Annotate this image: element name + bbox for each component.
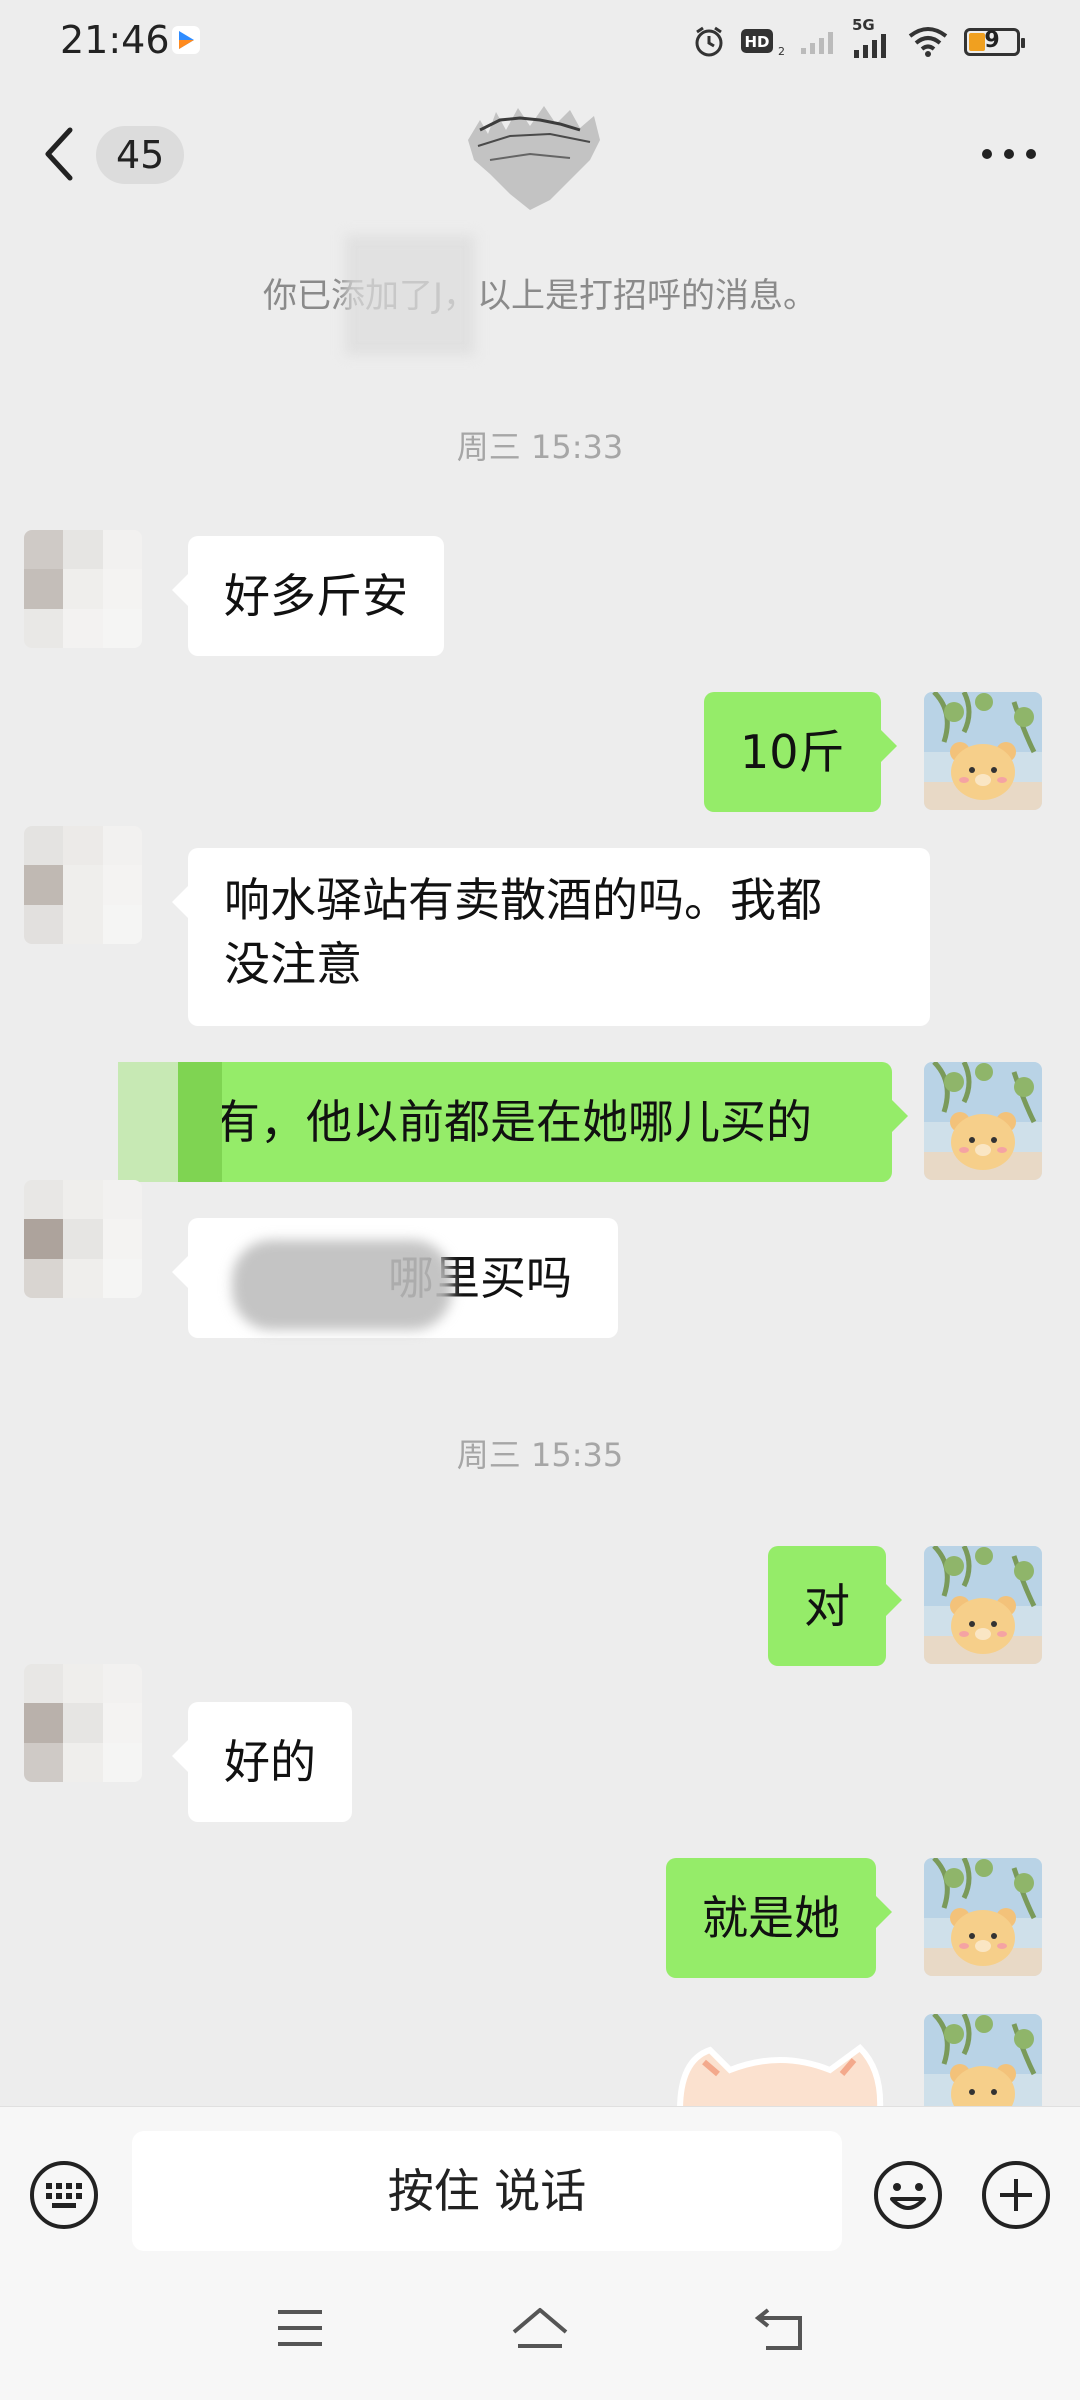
- return-icon[interactable]: [754, 2306, 806, 2354]
- svg-text:2: 2: [778, 45, 784, 58]
- app-notification-icon: [172, 26, 200, 54]
- message-received[interactable]: 响水驿站有卖散酒的吗。我都 没注意: [172, 848, 930, 1026]
- message-received[interactable]: 好的: [172, 1702, 352, 1822]
- hold-to-talk-button[interactable]: 按住 说话: [132, 2131, 842, 2251]
- svg-text:HD: HD: [744, 33, 769, 51]
- cat-sticker-icon[interactable]: [670, 2040, 890, 2110]
- my-avatar[interactable]: [924, 1858, 1042, 1976]
- input-bar: 按住 说话: [0, 2106, 1080, 2257]
- redaction-patch: [232, 1240, 452, 1330]
- unread-count-badge[interactable]: 45: [96, 126, 185, 184]
- my-avatar[interactable]: [924, 2014, 1042, 2106]
- contact-name-redacted: [468, 106, 600, 210]
- emoji-icon[interactable]: [872, 2159, 944, 2231]
- message-text: 响水驿站有卖散酒的吗。我都 没注意: [224, 873, 822, 991]
- bear-avatar-icon: [924, 2014, 1042, 2106]
- contact-avatar[interactable]: [24, 1180, 142, 1298]
- message-sent[interactable]: 就是她: [666, 1858, 892, 1978]
- chat-header: 45: [0, 84, 1080, 224]
- wifi-icon: [908, 27, 948, 57]
- contact-avatar[interactable]: [24, 1664, 142, 1782]
- alarm-icon: [695, 26, 723, 57]
- message-text: 好多斤安: [224, 569, 408, 623]
- menu-icon[interactable]: [276, 2306, 324, 2350]
- message-text: 好的: [224, 1735, 316, 1789]
- system-note: 你已添加了J，以上是打招呼的消息。: [262, 276, 818, 316]
- back-arrow-icon[interactable]: [40, 124, 80, 184]
- message-text: 有，他以前都是在她哪儿买的: [214, 1095, 812, 1149]
- signal-icon: 5G: [852, 16, 892, 60]
- redaction-patch: [345, 235, 475, 355]
- timestamp: 周三 15:35: [456, 1436, 624, 1474]
- bear-avatar-icon: [924, 1546, 1042, 1664]
- message-sent[interactable]: 对: [768, 1546, 902, 1666]
- bear-avatar-icon: [924, 1858, 1042, 1976]
- more-icon[interactable]: [974, 134, 1044, 174]
- status-bar: 21:46 HD 2 5G 9: [0, 0, 1080, 84]
- battery-icon: 9: [964, 28, 1025, 56]
- system-navigation-bar: [0, 2256, 1080, 2400]
- message-text: 对: [804, 1579, 850, 1633]
- message-text: 10斤: [740, 725, 845, 779]
- message-received[interactable]: 好多斤安: [172, 536, 444, 656]
- contact-avatar[interactable]: [24, 826, 142, 944]
- hd-icon: HD 2: [741, 29, 784, 58]
- redaction-patch: [118, 1062, 222, 1182]
- bear-avatar-icon: [924, 692, 1042, 810]
- signal-icon-sim1: [801, 32, 833, 54]
- message-sent[interactable]: 有，他以前都是在她哪儿买的: [118, 1062, 908, 1182]
- status-time: 21:46: [60, 18, 170, 62]
- contact-avatar[interactable]: [24, 530, 142, 648]
- status-icons: HD 2 5G 9: [694, 16, 1025, 62]
- keyboard-icon[interactable]: [28, 2159, 100, 2231]
- timestamp: 周三 15:33: [456, 428, 624, 466]
- message-sent[interactable]: 10斤: [704, 692, 897, 812]
- my-avatar[interactable]: [924, 1062, 1042, 1180]
- my-avatar[interactable]: [924, 692, 1042, 810]
- home-icon[interactable]: [510, 2306, 570, 2354]
- my-avatar[interactable]: [924, 1546, 1042, 1664]
- plus-icon[interactable]: [980, 2159, 1052, 2231]
- message-text: 就是她: [702, 1891, 840, 1945]
- bear-avatar-icon: [924, 1062, 1042, 1180]
